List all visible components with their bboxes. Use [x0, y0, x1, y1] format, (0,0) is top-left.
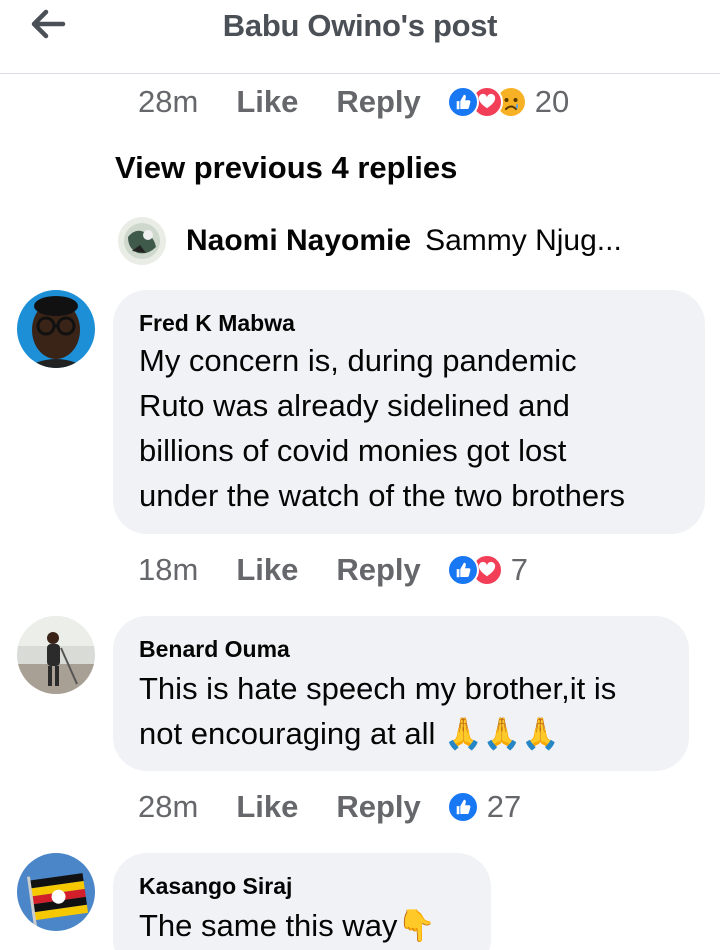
reaction-count: 7: [510, 552, 529, 587]
reply-button[interactable]: Reply: [336, 789, 420, 825]
reaction-count: 27: [486, 789, 522, 824]
like-icon: [446, 791, 479, 823]
reply-preview[interactable]: Naomi Nayomie Sammy Njug...: [118, 216, 622, 266]
comment-text: My concern is, during pandemic Ruto was …: [139, 343, 625, 513]
comment-meta-row: 18m Like Reply 7: [138, 550, 528, 590]
avatar[interactable]: [118, 217, 166, 265]
reply-button[interactable]: Reply: [336, 84, 420, 120]
like-button[interactable]: Like: [236, 84, 298, 120]
comment-bubble[interactable]: Kasango Siraj The same this way👇: [113, 853, 491, 950]
comment-time: 18m: [138, 552, 199, 587]
comment-text: The same this way👇: [139, 908, 437, 943]
reply-button[interactable]: Reply: [336, 552, 420, 588]
reply-author-name[interactable]: Naomi Nayomie: [186, 224, 411, 258]
reactions-summary[interactable]: 7: [446, 552, 529, 588]
comment-meta-row: 28m Like Reply 20: [138, 82, 569, 122]
comment-text: This is hate speech my brother,it is not…: [139, 671, 617, 751]
like-button[interactable]: Like: [236, 552, 298, 588]
reaction-count: 20: [534, 84, 570, 119]
avatar[interactable]: [17, 290, 95, 368]
post-header: Babu Owino's post: [0, 0, 720, 74]
page-title: Babu Owino's post: [222, 8, 498, 43]
comment-bubble[interactable]: Fred K Mabwa My concern is, during pande…: [113, 290, 705, 534]
comment-author[interactable]: Fred K Mabwa: [139, 310, 295, 337]
comment-author[interactable]: Benard Ouma: [139, 636, 290, 663]
avatar[interactable]: [17, 853, 95, 931]
reply-snippet: Sammy Njug...: [425, 224, 622, 257]
view-previous-replies-link[interactable]: View previous 4 replies: [115, 150, 457, 186]
comment-time: 28m: [138, 789, 199, 824]
like-icon: [446, 86, 479, 118]
reactions-summary[interactable]: 27: [446, 789, 522, 825]
comment-bubble[interactable]: Benard Ouma This is hate speech my broth…: [113, 616, 689, 771]
like-button[interactable]: Like: [236, 789, 298, 825]
comment-time: 28m: [138, 84, 199, 119]
comment-meta-row: 28m Like Reply 27: [138, 787, 521, 827]
reactions-summary[interactable]: 20: [446, 84, 570, 120]
comment-author[interactable]: Kasango Siraj: [139, 873, 292, 900]
avatar[interactable]: [17, 616, 95, 694]
like-icon: [446, 554, 479, 586]
